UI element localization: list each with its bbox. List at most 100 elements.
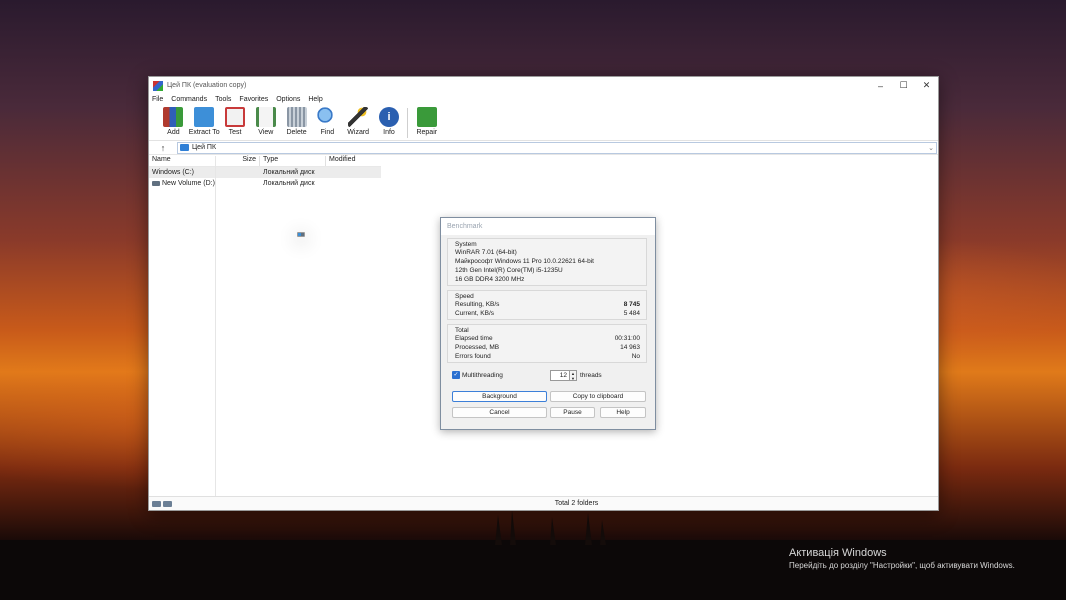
processed-label: Processed, MB [455, 344, 500, 351]
current-value: 5 484 [623, 310, 640, 317]
repair-kit-icon [416, 107, 437, 127]
spin-arrows[interactable]: ▲ ▼ [570, 370, 577, 381]
extract-to-label: Extract To [188, 129, 220, 136]
system-line: 16 GB DDR4 3200 MHz [455, 276, 525, 283]
chevron-down-icon[interactable]: ⌄ [926, 144, 936, 152]
activation-subtitle: Перейдіть до розділу "Настройки", щоб ак… [789, 561, 1015, 570]
winrar-app-icon [153, 80, 163, 91]
column-modified[interactable]: Modified [326, 156, 381, 166]
errors-value: No [631, 353, 640, 360]
add-button[interactable]: Add [158, 105, 189, 136]
window-title: Цей ПК (evaluation copy) [167, 82, 247, 89]
close-button[interactable]: ✕ [915, 77, 938, 94]
chevron-down-icon[interactable]: ▼ [570, 376, 576, 381]
processed-value: 14 963 [620, 344, 640, 351]
info-icon: i [378, 107, 399, 127]
menu-tools[interactable]: Tools [215, 96, 231, 103]
menu-help[interactable]: Help [308, 96, 322, 103]
menu-bar: File Commands Tools Favorites Options He… [149, 94, 938, 105]
elapsed-label: Elapsed time [455, 335, 493, 342]
menu-options[interactable]: Options [276, 96, 300, 103]
item-name: Windows (C:) [152, 169, 195, 176]
toolbar: Add Extract To Test View Delete Find Wiz… [149, 105, 938, 141]
multithreading-checkbox[interactable]: ✓ Multithreading [452, 371, 503, 379]
info-label: Info [383, 129, 395, 136]
benchmark-dialog: Benchmark System WinRAR 7.01 (64-bit) Ма… [440, 217, 656, 430]
maximize-button[interactable]: ☐ [892, 77, 915, 94]
multithreading-label: Multithreading [462, 371, 503, 379]
wizard-button[interactable]: Wizard [343, 105, 374, 136]
address-field[interactable]: Цей ПК ⌄ [177, 141, 937, 154]
this-pc-icon [180, 144, 189, 151]
wallpaper-silhouette [495, 510, 606, 545]
drive-icon [152, 181, 160, 186]
menu-file[interactable]: File [152, 96, 163, 103]
menu-commands[interactable]: Commands [171, 96, 207, 103]
threads-input[interactable]: 12 [550, 370, 570, 381]
magnifier-icon [317, 107, 338, 127]
cancel-button[interactable]: Cancel [452, 407, 547, 418]
windows-activation-notice: Активація Windows Перейдіть до розділу "… [789, 547, 1015, 570]
pause-button[interactable]: Pause [550, 407, 595, 418]
column-type[interactable]: Type [260, 156, 326, 166]
total-group: Total Elapsed time 00:31:00 Processed, MB… [447, 324, 647, 363]
wand-icon [348, 107, 369, 127]
system-line: WinRAR 7.01 (64-bit) [455, 249, 517, 256]
test-label: Test [228, 129, 242, 136]
current-label: Current, KB/s [455, 310, 495, 317]
drive-status-icon[interactable] [152, 500, 161, 507]
speed-heading: Speed [455, 293, 474, 300]
network-status-icon[interactable] [163, 500, 172, 507]
column-size[interactable]: Size [216, 156, 260, 166]
wizard-label: Wizard [347, 129, 370, 136]
repair-button[interactable]: Repair [411, 105, 442, 136]
title-bar[interactable]: Цей ПК (evaluation copy) – ☐ ✕ [149, 77, 938, 94]
resulting-value: 8 745 [623, 301, 640, 308]
test-icon [224, 107, 245, 127]
system-group: System WinRAR 7.01 (64-bit) Майкрософт W… [447, 238, 647, 286]
errors-label: Errors found [455, 353, 491, 360]
find-label: Find [320, 129, 335, 136]
activation-title: Активація Windows [789, 547, 887, 559]
copy-to-clipboard-button[interactable]: Copy to clipboard [550, 391, 646, 402]
column-headers: Name Size Type Modified [149, 156, 381, 167]
delete-label: Delete [286, 129, 307, 136]
threads-stepper: 12 ▲ ▼ threads [550, 370, 602, 381]
menu-favorites[interactable]: Favorites [239, 96, 268, 103]
find-button[interactable]: Find [312, 105, 343, 136]
extract-folder-icon [194, 107, 215, 127]
help-button[interactable]: Help [600, 407, 646, 418]
total-heading: Total [455, 327, 469, 334]
windows-drive-icon [297, 232, 305, 237]
address-path: Цей ПК [192, 144, 217, 151]
status-text: Total 2 folders [554, 500, 599, 507]
threads-label: threads [580, 372, 602, 379]
item-type: Локальний диск [263, 169, 315, 176]
list-item[interactable]: Windows (C:) Локальний диск [149, 167, 381, 237]
minimize-button[interactable]: – [869, 77, 892, 94]
add-archive-icon [163, 107, 184, 127]
toolbar-separator [407, 108, 409, 138]
item-name: New Volume (D:) [162, 180, 215, 187]
item-type: Локальний диск [263, 180, 315, 187]
elapsed-value: 00:31:00 [614, 335, 640, 342]
column-name[interactable]: Name [149, 156, 216, 166]
system-line: 12th Gen Intel(R) Core(TM) i5-1235U [455, 267, 563, 274]
background-button[interactable]: Background [452, 391, 547, 402]
info-button[interactable]: i Info [374, 105, 405, 136]
view-label: View [258, 129, 274, 136]
pane-divider [215, 156, 216, 497]
system-line: Майкрософт Windows 11 Pro 10.0.22621 64-… [455, 258, 594, 265]
list-item[interactable]: New Volume (D:) Локальний диск [149, 178, 381, 189]
status-bar: Total 2 folders [149, 496, 938, 510]
up-arrow-icon[interactable]: ↑ [149, 143, 177, 153]
checkmark-icon: ✓ [452, 371, 460, 379]
view-button[interactable]: View [250, 105, 281, 136]
extract-to-button[interactable]: Extract To [189, 105, 220, 136]
delete-button[interactable]: Delete [281, 105, 312, 136]
view-book-icon [255, 107, 276, 127]
test-button[interactable]: Test [220, 105, 251, 136]
add-label: Add [167, 129, 180, 136]
dialog-title[interactable]: Benchmark [441, 218, 655, 235]
resulting-label: Resulting, KB/s [455, 301, 500, 308]
